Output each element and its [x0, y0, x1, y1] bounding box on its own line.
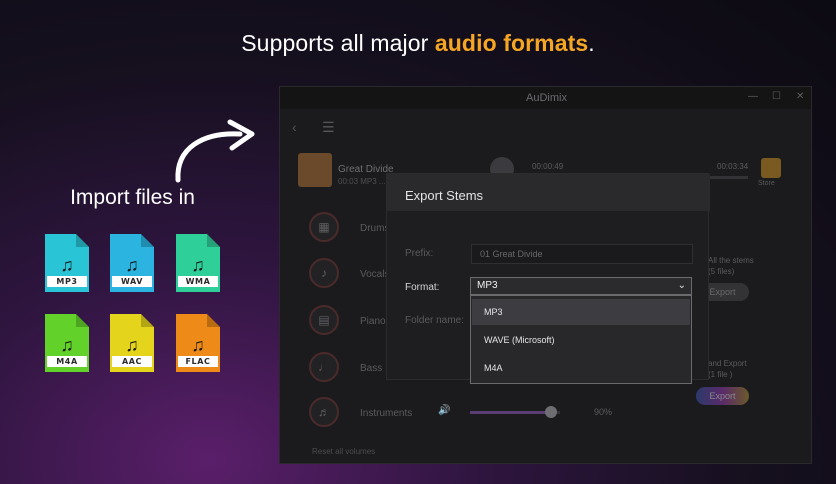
prefix-input[interactable]: 01 Great Divide	[471, 244, 693, 264]
format-label: WMA	[178, 276, 218, 287]
stem-label-piano: Piano	[360, 316, 386, 327]
format-label: M4A	[47, 356, 87, 367]
format-label: AAC	[112, 356, 152, 367]
volume-slider-handle[interactable]	[545, 406, 557, 418]
format-option-m4a[interactable]: M4A	[472, 355, 690, 381]
close-icon[interactable]: ✕	[796, 91, 804, 102]
folder-name-label: Folder name:	[405, 315, 464, 326]
format-select[interactable]: MP3 ⌄	[470, 277, 692, 295]
headline-highlight: audio formats	[434, 30, 589, 56]
svg-text:♫: ♫	[125, 255, 139, 275]
album-art	[298, 153, 332, 187]
svg-text:♫: ♫	[60, 255, 74, 275]
menu-icon[interactable]: ☰	[322, 119, 335, 136]
mix-export-text: and Export	[708, 359, 747, 368]
mix-export-count: (1 file )	[708, 370, 733, 379]
stem-label-bass: Bass	[360, 363, 383, 374]
wma-file-icon: ♫ WMA	[176, 234, 220, 292]
minimize-icon[interactable]: —	[748, 91, 758, 102]
reset-volumes-link[interactable]: Reset all volumes	[312, 447, 375, 456]
dialog-title: Export Stems	[405, 188, 484, 203]
prefix-label: Prefix:	[405, 248, 434, 259]
svg-text:♫: ♫	[191, 335, 205, 355]
volume-icon: 🔊	[438, 405, 451, 416]
curved-arrow-icon	[175, 119, 255, 183]
maximize-icon[interactable]: ☐	[772, 91, 781, 102]
app-window: AuDimix — ☐ ✕ ‹ ☰ Great Divide 00:03 MP3…	[279, 86, 812, 464]
format-dropdown: MP3 WAVE (Microsoft) M4A	[470, 295, 692, 384]
format-label: MP3	[47, 276, 87, 287]
aac-file-icon: ♫ AAC	[110, 314, 154, 372]
format-label: Format:	[405, 282, 440, 293]
import-label: Import files in	[70, 186, 195, 209]
mp3-file-icon: ♫ MP3	[45, 234, 89, 292]
mix-export-button[interactable]: Export	[696, 387, 749, 405]
headline-prefix: Supports all major	[241, 30, 435, 56]
title-bar: AuDimix — ☐ ✕	[280, 87, 811, 109]
stem-label-instruments: Instruments	[360, 408, 413, 419]
svg-text:♫: ♫	[191, 255, 205, 275]
volume-percent: 90%	[594, 407, 613, 417]
back-icon[interactable]: ‹	[292, 119, 297, 135]
drums-icon[interactable]: ▦	[309, 212, 339, 242]
time-elapsed: 00:00:49	[532, 162, 564, 171]
svg-text:♫: ♫	[60, 335, 74, 355]
svg-text:♫: ♫	[125, 335, 139, 355]
piano-icon[interactable]: ▤	[309, 305, 339, 335]
store-icon[interactable]	[761, 158, 781, 178]
dialog-header: Export Stems	[387, 174, 710, 211]
instruments-icon[interactable]: ♬	[309, 397, 339, 427]
app-title: AuDimix	[526, 92, 567, 104]
headline: Supports all major audio formats.	[0, 30, 836, 57]
track-info: 00:03 MP3 ...	[338, 177, 386, 186]
flac-file-icon: ♫ FLAC	[176, 314, 220, 372]
m4a-file-icon: ♫ M4A	[45, 314, 89, 372]
format-option-wave[interactable]: WAVE (Microsoft)	[472, 327, 690, 353]
format-label: WAV	[112, 276, 152, 287]
microphone-icon[interactable]: ♪	[309, 258, 339, 288]
format-option-mp3[interactable]: MP3	[472, 299, 690, 325]
wav-file-icon: ♫ WAV	[110, 234, 154, 292]
time-total: 00:03:34	[717, 162, 749, 171]
export-stems-text: All the stems	[708, 256, 754, 265]
bass-guitar-icon[interactable]: ♩	[309, 352, 339, 382]
format-label: FLAC	[178, 356, 218, 367]
export-stems-count: (5 files)	[708, 267, 735, 276]
chevron-down-icon: ⌄	[677, 280, 686, 291]
format-select-value: MP3	[477, 280, 498, 291]
headline-suffix: .	[588, 30, 595, 56]
store-label: Store	[758, 180, 775, 187]
